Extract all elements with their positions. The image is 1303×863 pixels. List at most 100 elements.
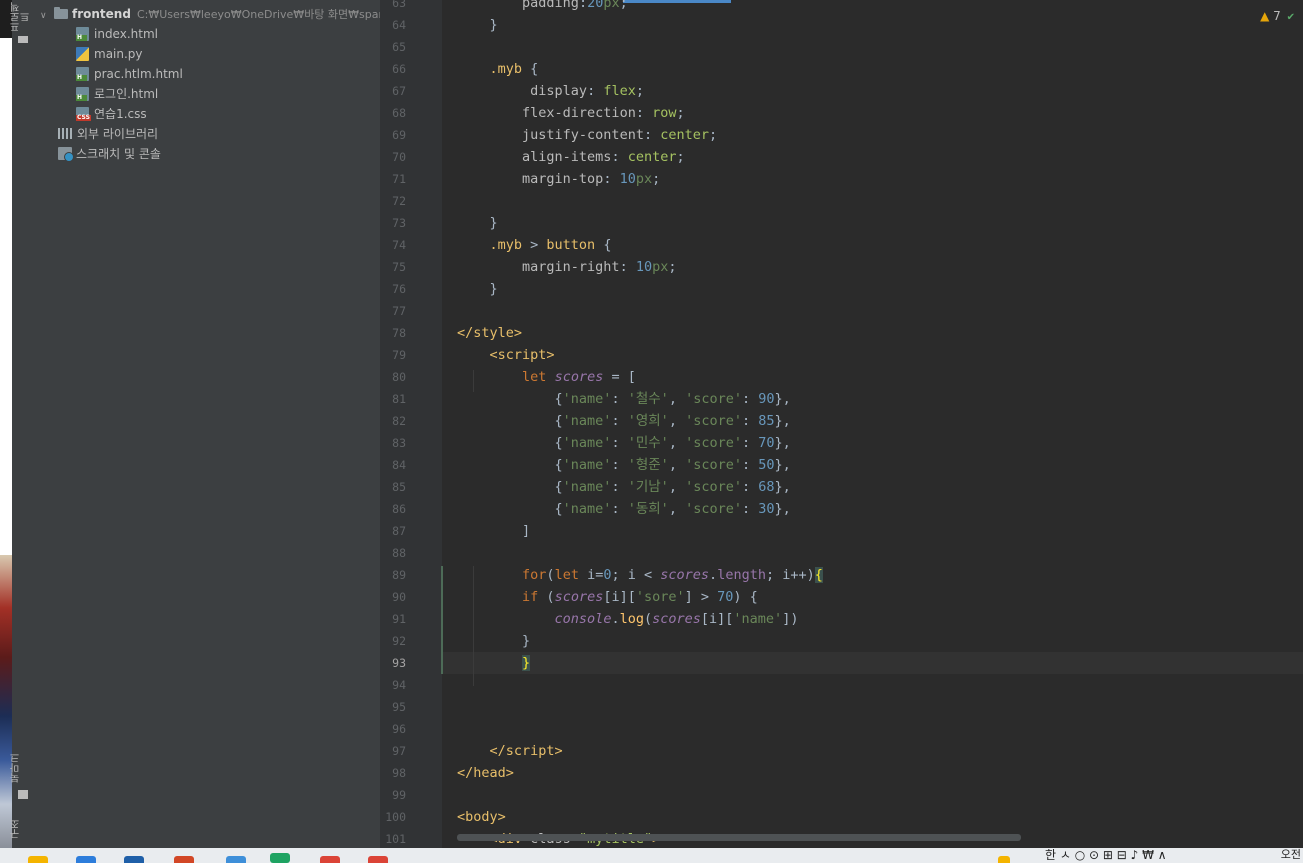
- desktop-wallpaper: [0, 555, 12, 848]
- pycharm-icon[interactable]: [270, 853, 290, 863]
- tree-scratches[interactable]: 스크래치 및 콘솔: [58, 144, 161, 164]
- line-number: 73: [392, 216, 406, 230]
- tree-file[interactable]: main.py: [76, 44, 143, 64]
- code-line: padding:20px;: [522, 0, 628, 11]
- line-number: 82: [392, 414, 406, 428]
- line-number: 92: [392, 634, 406, 648]
- system-tray[interactable]: 한 ㅅ ○ ⊙ ⊞ ⊟ ♪ ₩ ∧: [1045, 848, 1167, 863]
- code-line: }: [457, 17, 498, 33]
- line-number: 100: [385, 810, 406, 824]
- tree-file[interactable]: CSS 연습1.css: [76, 104, 147, 124]
- tree-external-libraries-label: 외부 라이브러리: [77, 127, 159, 141]
- store-icon[interactable]: [76, 856, 96, 863]
- code-line: console.log(scores[i]['name']): [554, 611, 799, 627]
- tool-tab-structure[interactable]: 구조: [11, 815, 34, 843]
- html-file-icon: H: [76, 67, 89, 81]
- line-number: 93: [392, 656, 406, 670]
- tree-external-libraries[interactable]: 외부 라이브러리: [58, 124, 158, 144]
- line-number: 85: [392, 480, 406, 494]
- line-number: 97: [392, 744, 406, 758]
- code-line: }: [457, 215, 498, 231]
- app-icon[interactable]: [124, 856, 144, 863]
- code-editor[interactable]: padding:20px; } .myb { display: flex; fl…: [442, 0, 1303, 848]
- mail-icon[interactable]: [226, 856, 246, 863]
- code-line: {'name': '영희', 'score': 85},: [457, 413, 791, 429]
- tree-file[interactable]: H 로그인.html: [76, 84, 158, 104]
- line-number: 79: [392, 348, 406, 362]
- line-number: 72: [392, 194, 406, 208]
- code-line: align-items: center;: [522, 149, 685, 165]
- line-number: 81: [392, 392, 406, 406]
- tool-tab-project[interactable]: 프로젝트: [11, 2, 34, 32]
- line-number: 71: [392, 172, 406, 186]
- code-line: .myb > button {: [489, 237, 612, 253]
- line-number: 66: [392, 62, 406, 76]
- chevron-down-icon[interactable]: ∨: [40, 6, 50, 26]
- scratch-console-icon: [58, 147, 74, 162]
- line-number: 91: [392, 612, 406, 626]
- code-line: margin-right: 10px;: [522, 259, 677, 275]
- code-line: .myb {: [489, 61, 539, 77]
- code-line: if (scores[i]['sore'] > 70) {: [522, 589, 758, 605]
- tree-file-label: main.py: [94, 47, 143, 61]
- code-line: flex-direction: row;: [522, 105, 685, 121]
- line-number: 84: [392, 458, 406, 472]
- tree-root-frontend[interactable]: ∨ frontend C:₩Users₩leeyo₩OneDrive₩바탕 화면₩s…: [40, 4, 380, 24]
- line-number: 99: [392, 788, 406, 802]
- chrome-icon[interactable]: [320, 856, 340, 863]
- code-line: }: [457, 633, 531, 649]
- code-line: ]: [457, 523, 531, 539]
- code-line: {'name': '형준', 'score': 50},: [457, 457, 791, 473]
- code-line: }: [457, 281, 498, 297]
- code-line: {'name': '철수', 'score': 90},: [457, 391, 791, 407]
- inspection-widget[interactable]: ▲ 7 ✔: [1260, 9, 1295, 23]
- library-icon: [58, 128, 72, 139]
- horizontal-scrollbar[interactable]: [457, 834, 1021, 841]
- checkmark-icon: ✔: [1286, 12, 1295, 23]
- code-line: {'name': '기남', 'score': 68},: [457, 479, 791, 495]
- line-number: 94: [392, 678, 406, 692]
- tree-file-label: prac.htlm.html: [94, 67, 183, 81]
- code-line: <script>: [489, 347, 555, 363]
- line-number: 80: [392, 370, 406, 384]
- line-number: 64: [392, 18, 406, 32]
- css-file-icon: CSS: [76, 107, 91, 121]
- tree-root-label: frontend: [72, 7, 131, 21]
- clock[interactable]: 오전: [1281, 848, 1301, 861]
- line-number: 88: [392, 546, 406, 560]
- line-number: 98: [392, 766, 406, 780]
- line-number: 70: [392, 150, 406, 164]
- line-number: 86: [392, 502, 406, 516]
- folder-icon[interactable]: [18, 36, 28, 43]
- html-file-icon: H: [76, 87, 89, 101]
- office-icon[interactable]: [174, 856, 194, 863]
- tree-file-label: 로그인.html: [94, 87, 159, 101]
- line-number: 76: [392, 282, 406, 296]
- scope-indicator: [441, 566, 443, 674]
- line-number: 67: [392, 84, 406, 98]
- line-number: 101: [385, 832, 406, 846]
- line-number: 78: [392, 326, 406, 340]
- file-explorer-icon[interactable]: [28, 856, 48, 863]
- code-line: justify-content: center;: [522, 127, 718, 143]
- line-number: 74: [392, 238, 406, 252]
- line-number: 89: [392, 568, 406, 582]
- tool-tab-bookmarks[interactable]: 북마크: [11, 748, 34, 788]
- tree-file[interactable]: Hprac.htlm.html: [76, 64, 183, 84]
- chrome-profile-icon[interactable]: [368, 856, 388, 863]
- indent-guide: [473, 566, 474, 686]
- code-line: {'name': '민수', 'score': 70},: [457, 435, 791, 451]
- active-tab-indicator: [623, 0, 731, 3]
- line-number: 83: [392, 436, 406, 450]
- notification-icon[interactable]: [998, 856, 1010, 863]
- caret-line-highlight: [442, 652, 1303, 674]
- py-file-icon: [76, 47, 89, 61]
- html-file-icon: H: [76, 27, 89, 41]
- editor-gutter[interactable]: 63 64 65 66 67 68 69 70 71 72 73 74 75 76 77 78 79 80 81 82…: [380, 0, 456, 848]
- tree-file[interactable]: Hindex.html: [76, 24, 158, 44]
- line-number: 68: [392, 106, 406, 120]
- line-number: 90: [392, 590, 406, 604]
- line-number: 65: [392, 40, 406, 54]
- indent-guide: [473, 370, 474, 392]
- bookmark-icon[interactable]: [18, 790, 28, 799]
